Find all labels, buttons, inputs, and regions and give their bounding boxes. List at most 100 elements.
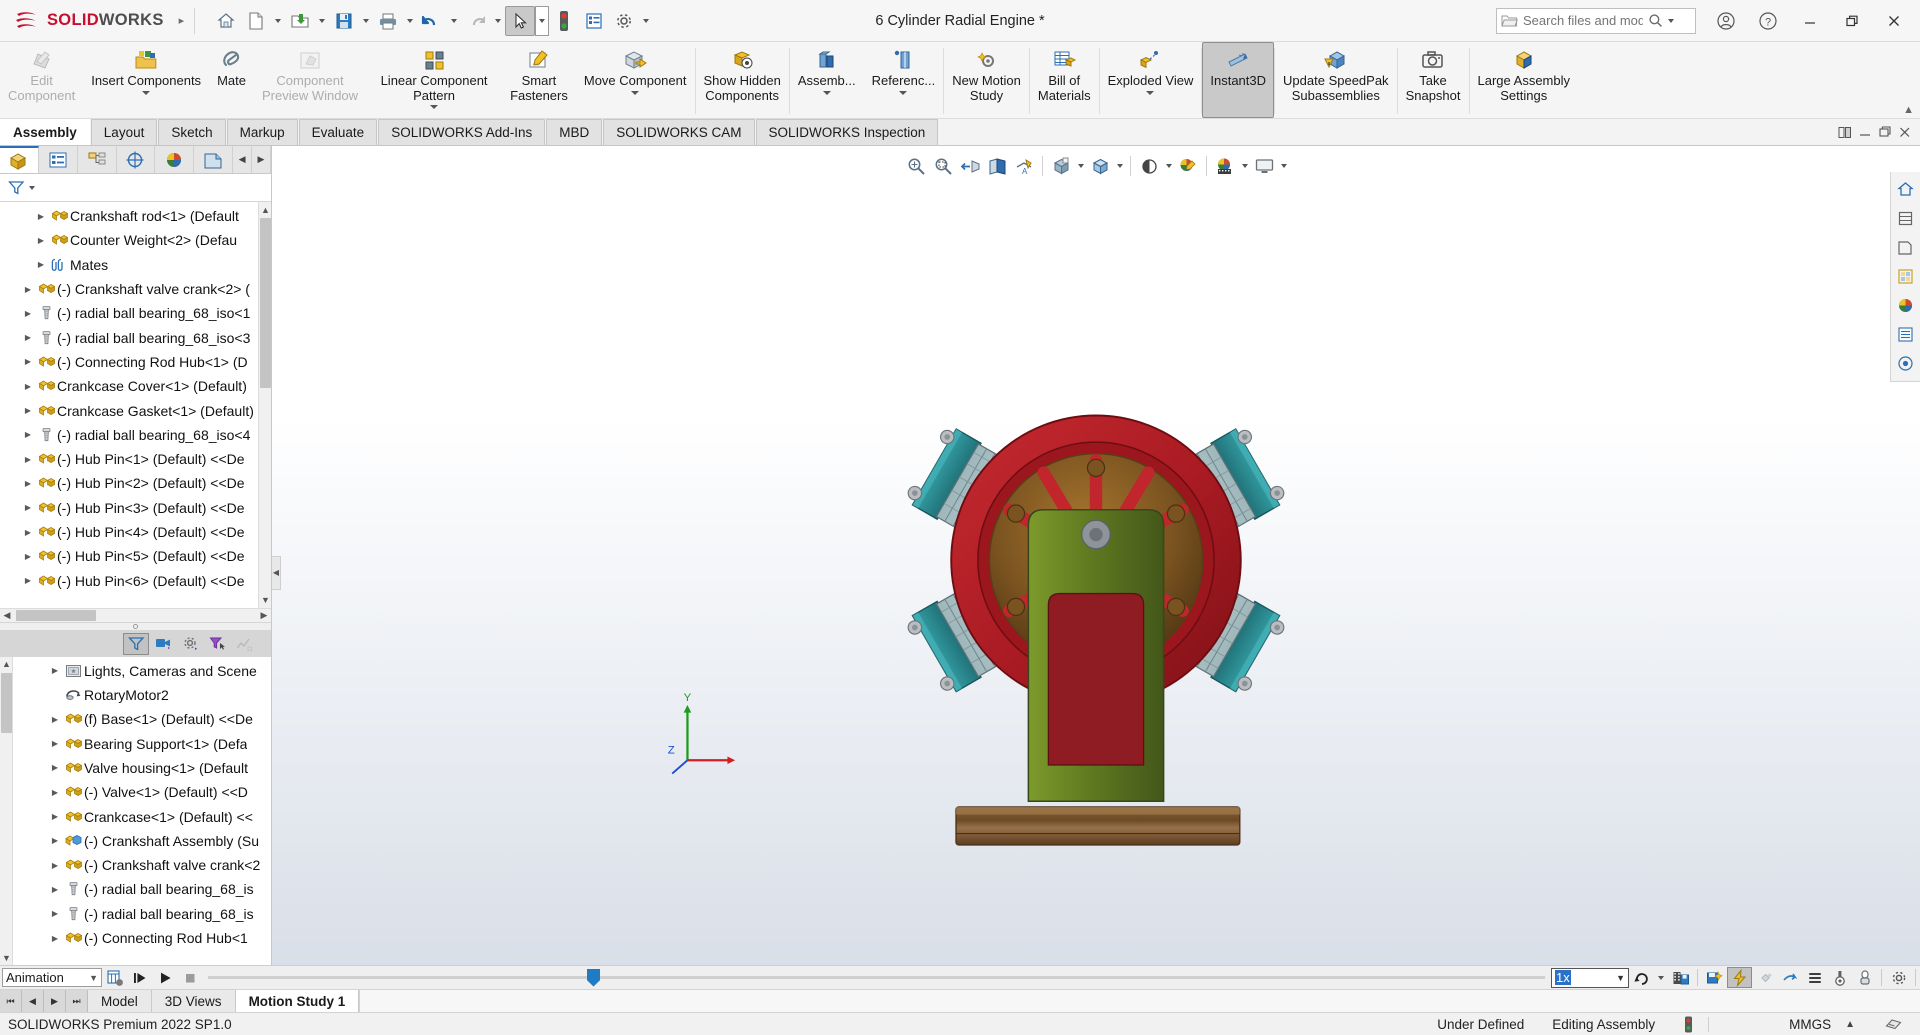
section-view-icon[interactable]	[984, 153, 1010, 179]
motion-tree-scroll-thumb[interactable]	[1, 672, 12, 733]
first-tab-icon[interactable]: ⏮	[0, 990, 22, 1012]
view-orientation-icon[interactable]: A	[1011, 153, 1037, 179]
ribbon-smart-fasteners[interactable]: Smart Fasteners	[502, 42, 576, 118]
home-icon[interactable]	[211, 6, 241, 36]
tree-row[interactable]: ▶ Counter Weight<2> (Defau	[0, 228, 271, 252]
display-manager-tab[interactable]	[155, 146, 195, 173]
filter-results-icon[interactable]	[231, 633, 257, 655]
ribbon-component-preview-window[interactable]: Component Preview Window	[254, 42, 366, 118]
tree-expand-arrow-icon[interactable]: ▶	[48, 836, 62, 845]
previous-view-icon[interactable]	[957, 153, 983, 179]
ribbon-edit-component[interactable]: Edit Component	[0, 42, 83, 118]
tree-expand-arrow-icon[interactable]: ▶	[48, 909, 62, 918]
ribbon-dropdown-caret-icon[interactable]	[430, 105, 439, 109]
tree-expand-arrow-icon[interactable]: ▶	[21, 503, 35, 512]
tree-row[interactable]: ▶ (-) Hub Pin<1> (Default) <<De	[0, 447, 271, 471]
scroll-up-icon[interactable]: ▲	[259, 202, 271, 217]
view-orientation-cube-dropdown[interactable]	[1075, 153, 1086, 179]
options-gear-icon[interactable]	[609, 6, 639, 36]
bottom-tab-model[interactable]: Model	[88, 990, 152, 1012]
tree-row[interactable]: ▶ (-) Crankshaft valve crank<2> (	[0, 277, 271, 301]
tab-solidworks-cam[interactable]: SOLIDWORKS CAM	[603, 119, 755, 145]
scroll-down-icon[interactable]: ▼	[259, 593, 271, 608]
ribbon-dropdown-caret-icon[interactable]	[631, 90, 640, 95]
tree-row[interactable]: RotaryMotor2	[14, 683, 271, 707]
close-document-icon[interactable]	[1898, 126, 1912, 142]
zoom-to-area-icon[interactable]	[930, 153, 956, 179]
options-dropdown[interactable]	[639, 6, 653, 36]
restore-window-button[interactable]	[1832, 5, 1872, 37]
tree-row[interactable]: ▶ (-) Valve<1> (Default) <<D	[14, 780, 271, 804]
tree-expand-arrow-icon[interactable]: ▶	[21, 576, 35, 585]
display-manager-icon[interactable]	[1893, 321, 1919, 347]
ribbon-instant3d[interactable]: Instant3D	[1202, 42, 1275, 118]
close-window-button[interactable]	[1874, 5, 1914, 37]
tree-expand-arrow-icon[interactable]: ▶	[48, 739, 62, 748]
tab-evaluate[interactable]: Evaluate	[298, 119, 378, 145]
tree-filter-bar[interactable]	[0, 174, 271, 202]
tree-expand-arrow-icon[interactable]: ▶	[34, 236, 48, 245]
tree-row[interactable]: ▶ (-) Crankshaft Assembly (Su	[14, 829, 271, 853]
calculate-motion-icon[interactable]	[102, 967, 127, 988]
next-tab-icon[interactable]: ▶	[44, 990, 66, 1012]
tree-row[interactable]: ▶ Crankcase Gasket<1> (Default)	[0, 398, 271, 422]
tree-row[interactable]: ▶ Crankcase Cover<1> (Default)	[0, 374, 271, 398]
playback-speed-select[interactable]: 1x ▼	[1551, 967, 1629, 988]
view-settings-dropdown[interactable]	[1278, 153, 1289, 179]
tab-sketch[interactable]: Sketch	[158, 119, 226, 145]
panel-splitter[interactable]	[0, 621, 271, 631]
ribbon-new-motion-study[interactable]: New Motion Study	[944, 42, 1029, 118]
ribbon-linear-component-pattern[interactable]: Linear Component Pattern	[366, 42, 502, 118]
tab-markup[interactable]: Markup	[226, 119, 298, 145]
tree-expand-arrow-icon[interactable]: ▶	[48, 934, 62, 943]
units-caret-icon[interactable]: ▲	[1845, 1019, 1871, 1030]
motor-icon[interactable]	[1727, 967, 1752, 988]
ribbon-dropdown-caret-icon[interactable]	[822, 90, 831, 95]
animation-wizard-icon[interactable]	[1702, 967, 1727, 988]
minimize-window-button[interactable]	[1790, 5, 1830, 37]
tree-row[interactable]: ▶ (f) Base<1> (Default) <<De	[14, 707, 271, 731]
open-document-icon[interactable]	[285, 6, 315, 36]
menu-expand-caret-icon[interactable]: ▸	[179, 14, 185, 27]
tree-row[interactable]: ▶ (-) Hub Pin<3> (Default) <<De	[0, 496, 271, 520]
tree-row[interactable]: ▶ Mates	[0, 253, 271, 277]
hide-show-items-dropdown[interactable]	[1163, 153, 1174, 179]
select-dropdown[interactable]	[535, 5, 550, 36]
tree-expand-arrow-icon[interactable]: ▶	[48, 885, 62, 894]
ribbon-large-assembly-settings[interactable]: Large Assembly Settings	[1470, 42, 1579, 118]
tree-expand-arrow-icon[interactable]: ▶	[48, 812, 62, 821]
feature-tree-horizontal-scrollbar[interactable]: ◀ ▶	[0, 607, 271, 622]
filter-funnel-icon[interactable]	[8, 180, 25, 196]
tree-row[interactable]: ▶ (-) Hub Pin<4> (Default) <<De	[0, 520, 271, 544]
tree-expand-arrow-icon[interactable]: ▶	[21, 479, 35, 488]
ribbon-update-speedpak-subassemblies[interactable]: Update SpeedPak Subassemblies	[1275, 42, 1397, 118]
ribbon-dropdown-caret-icon[interactable]	[142, 90, 151, 95]
previous-tab-icon[interactable]: ◀	[22, 990, 44, 1012]
open-document-dropdown[interactable]	[315, 6, 329, 36]
ribbon-exploded-view[interactable]: Exploded View	[1100, 42, 1202, 118]
view-front-icon[interactable]	[1893, 205, 1919, 231]
radial-engine-model[interactable]: Y Z	[272, 146, 1920, 965]
tree-expand-arrow-icon[interactable]: ▶	[48, 763, 62, 772]
tree-row[interactable]: ▶ (-) Crankshaft valve crank<2	[14, 853, 271, 877]
tab-layout[interactable]: Layout	[90, 119, 158, 145]
damper-icon[interactable]	[1852, 967, 1877, 988]
tree-expand-arrow-icon[interactable]: ▶	[21, 382, 35, 391]
user-account-icon[interactable]	[1706, 5, 1746, 37]
tree-row[interactable]: ▶ (-) radial ball bearing_68_is	[14, 877, 271, 901]
motion-scroll-down-icon[interactable]: ▼	[0, 950, 13, 965]
collapse-ribbon-icon[interactable]: ▲	[1903, 104, 1914, 116]
save-icon[interactable]	[329, 6, 359, 36]
panel-collapse-handle[interactable]: ◀	[272, 555, 281, 590]
maximize-document-icon[interactable]	[1878, 126, 1892, 142]
help-icon[interactable]: ?	[1748, 5, 1788, 37]
spring-icon[interactable]	[1752, 967, 1777, 988]
tile-windows-icon[interactable]	[1838, 126, 1852, 142]
tree-expand-arrow-icon[interactable]: ▶	[34, 260, 48, 269]
timeline-track[interactable]	[208, 975, 1545, 979]
edit-appearance-icon[interactable]	[1175, 153, 1201, 179]
tree-row[interactable]: ▶ (-) Connecting Rod Hub<1	[14, 926, 271, 950]
display-style-icon[interactable]	[1087, 153, 1113, 179]
filter-selected-icon[interactable]	[204, 633, 230, 655]
graphics-viewport[interactable]: ◀ A Y Z	[272, 146, 1920, 965]
